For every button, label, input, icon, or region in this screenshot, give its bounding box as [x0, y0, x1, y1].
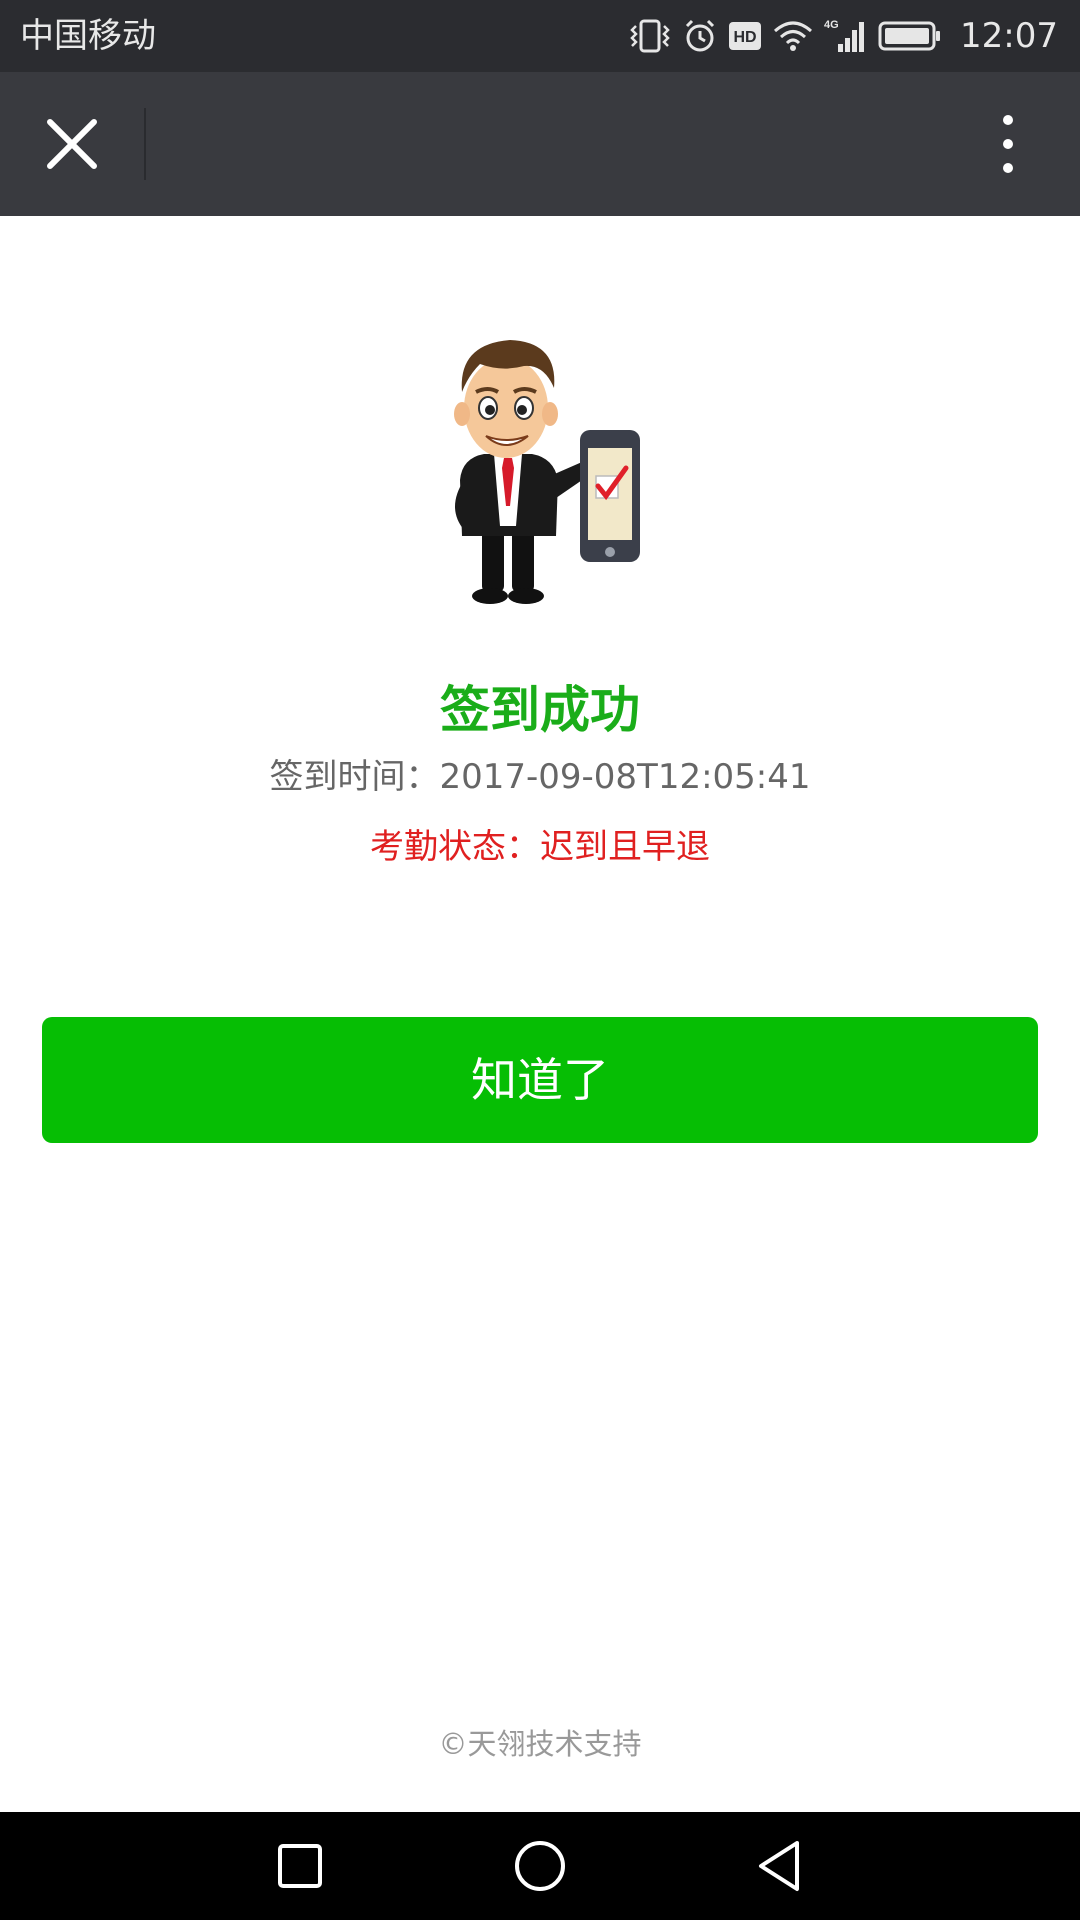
alarm-icon	[685, 19, 715, 52]
triangle-back-icon	[759, 1841, 799, 1891]
more-vertical-icon	[1003, 115, 1013, 173]
footer-credit: ©天翎技术支持	[438, 1727, 642, 1761]
clock: 12:07	[960, 16, 1058, 56]
vibrate-icon	[630, 19, 670, 53]
ok-button[interactable]: 知道了	[42, 1017, 1038, 1143]
svg-text:4G: 4G	[824, 19, 839, 31]
businessman-illustration	[432, 330, 652, 610]
android-nav-bar	[0, 1812, 1080, 1920]
svg-text:HD: HD	[733, 29, 756, 46]
home-button[interactable]	[500, 1826, 580, 1906]
close-button[interactable]	[22, 94, 122, 194]
status-bar: 中国移动 HD 4G 12:07	[0, 0, 1080, 72]
battery-icon	[878, 21, 941, 51]
signal-icon: 4G	[824, 19, 865, 52]
sign-in-success-title: 签到成功	[440, 681, 640, 739]
square-icon	[278, 1844, 322, 1888]
nav-divider	[144, 108, 146, 180]
back-button[interactable]	[740, 1826, 820, 1906]
status-icons: HD 4G 12:07	[628, 12, 1058, 60]
attendance-status: 考勤状态：迟到且早退	[370, 827, 710, 867]
hd-icon: HD	[729, 22, 762, 50]
sign-in-time: 签到时间：2017-09-08T12:05:41	[269, 757, 811, 797]
recent-apps-button[interactable]	[260, 1826, 340, 1906]
close-icon	[47, 119, 97, 169]
wifi-icon	[774, 21, 813, 51]
circle-icon	[515, 1841, 565, 1891]
more-button[interactable]	[958, 94, 1058, 194]
carrier-name: 中国移动	[20, 16, 156, 56]
nav-bar	[0, 72, 1080, 216]
